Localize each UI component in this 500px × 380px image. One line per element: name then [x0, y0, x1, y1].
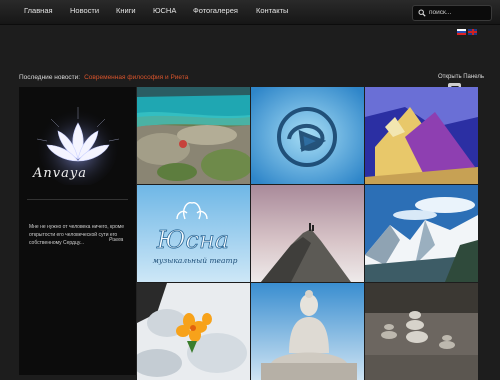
nav-item-photogallery[interactable]: Фотогалерея	[193, 6, 238, 15]
gallery-tile-lake[interactable]	[137, 87, 250, 184]
gallery-tile-painting[interactable]	[365, 87, 478, 184]
mountains-photo	[365, 185, 478, 282]
gallery-tile-emblem[interactable]	[251, 87, 364, 184]
gallery-tile-flower[interactable]	[137, 283, 250, 380]
lake-photo	[137, 87, 250, 184]
sidebar: Anvaya Мне не нужно от человека ничего, …	[19, 87, 137, 375]
latest-news-link[interactable]: Современная философия и Риета	[84, 74, 188, 81]
gallery-tile-yusna-theatre[interactable]: Юсна музыкальный театр	[137, 185, 250, 282]
gallery-tile-summit[interactable]	[251, 185, 364, 282]
latest-news-label: Последние новости:	[19, 74, 81, 81]
gallery-tile-stones[interactable]	[365, 283, 478, 380]
flower-in-snow-photo	[137, 283, 250, 380]
nav-item-yusna[interactable]: ЮСНА	[153, 6, 176, 15]
search-icon[interactable]	[418, 9, 426, 17]
nav-item-books[interactable]: Книги	[116, 6, 136, 15]
nav-item-contacts[interactable]: Контакты	[256, 6, 288, 15]
latest-news-bar: Последние новости: Современная философия …	[19, 74, 188, 81]
quote-author: Риела	[109, 237, 124, 243]
nav-item-news[interactable]: Новости	[70, 6, 99, 15]
russian-flag-icon[interactable]	[457, 29, 466, 35]
summit-photo	[251, 185, 364, 282]
nav-item-home[interactable]: Главная	[24, 6, 53, 15]
emblem-photo	[251, 87, 364, 184]
stone-cairns-photo	[365, 283, 478, 380]
top-navigation-bar: Главная Новости Книги ЮСНА Фотогалерея К…	[0, 0, 500, 25]
english-flag-icon[interactable]	[468, 29, 477, 35]
logo-wordmark: Anvaya	[33, 166, 87, 181]
search-box	[412, 5, 492, 21]
yusna-title: Юсна	[156, 226, 229, 254]
buddha-statue-photo	[251, 283, 364, 380]
yusna-subtitle: музыкальный театр	[153, 256, 238, 265]
divider	[27, 199, 128, 200]
mountain-painting	[365, 87, 478, 184]
gallery-tile-mountains[interactable]	[365, 185, 478, 282]
search-input[interactable]	[429, 7, 487, 18]
yusna-logo-image: Юсна музыкальный театр	[137, 185, 250, 282]
gallery-tile-buddha[interactable]	[251, 283, 364, 380]
open-panel-link[interactable]: Открыть Панель	[438, 74, 484, 80]
sidebar-quote: Мне не нужно от человека ничего, кроме о…	[29, 224, 124, 246]
